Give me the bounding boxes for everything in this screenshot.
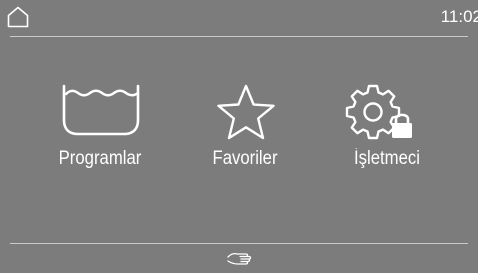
top-divider	[10, 36, 468, 37]
favorites-tile[interactable]: Favoriler	[175, 72, 315, 192]
home-button[interactable]	[6, 5, 30, 29]
washtub-icon	[62, 84, 140, 136]
operator-label: İşletmeci	[354, 148, 420, 169]
bottom-bar	[0, 244, 478, 273]
operator-tile[interactable]: İşletmeci	[317, 72, 457, 192]
appliance-display: 11:02 Programlar Favoriler İşletmeci	[0, 0, 478, 273]
star-icon	[217, 84, 275, 140]
clock: 11:02	[440, 7, 478, 26]
programs-label: Programlar	[58, 148, 142, 169]
home-icon	[7, 6, 29, 28]
favorites-label: Favoriler	[212, 148, 278, 169]
status-bar: 11:02	[0, 0, 478, 36]
gear-lock-icon	[345, 84, 412, 140]
hand-point-icon[interactable]	[227, 248, 253, 268]
lock-icon	[392, 113, 412, 138]
programs-tile[interactable]: Programlar	[30, 72, 170, 192]
